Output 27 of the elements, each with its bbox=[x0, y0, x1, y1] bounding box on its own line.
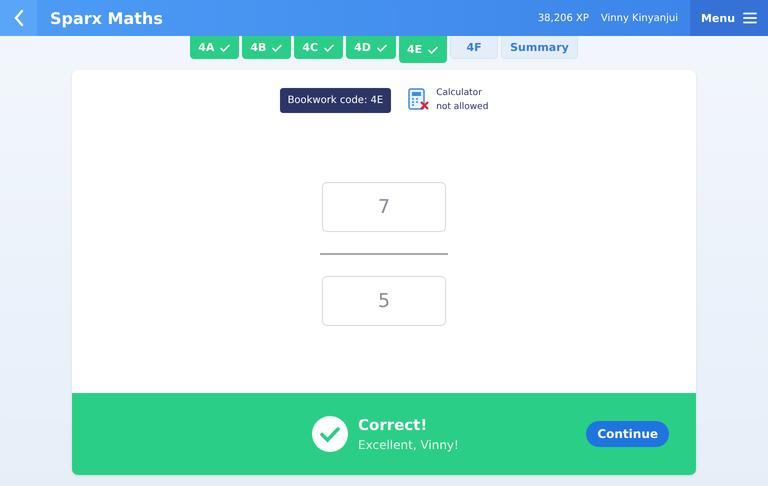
task-tab[interactable]: 4D bbox=[346, 36, 396, 59]
result-message: Excellent, Vinny! bbox=[358, 438, 460, 452]
check-icon bbox=[376, 42, 388, 54]
check-icon bbox=[219, 42, 232, 54]
calculator-note: Calculator not allowed bbox=[436, 87, 488, 114]
task-tab[interactable]: 4F bbox=[450, 36, 498, 59]
bookwork-code: Bookwork code: 4E bbox=[280, 88, 392, 112]
task-tab[interactable]: Summary bbox=[501, 36, 578, 59]
back-button[interactable] bbox=[0, 0, 37, 36]
xp-count: 38,206 XP bbox=[538, 12, 589, 24]
user-name: Vinny Kinyanjui bbox=[600, 12, 678, 24]
denominator-field[interactable]: 5 bbox=[322, 276, 446, 326]
task-tab[interactable]: 4A bbox=[190, 36, 240, 59]
check-icon bbox=[323, 42, 336, 54]
check-circle-icon bbox=[312, 416, 348, 452]
check-icon bbox=[271, 42, 284, 54]
numerator-field[interactable]: 7 bbox=[322, 182, 446, 232]
result-title: Correct! bbox=[358, 416, 428, 434]
check-icon bbox=[427, 44, 440, 56]
task-tab[interactable]: 4E bbox=[398, 36, 448, 63]
menu-icon bbox=[743, 12, 758, 24]
back-icon bbox=[12, 9, 24, 27]
continue-button[interactable]: Continue bbox=[586, 421, 669, 447]
task-tab[interactable]: 4C bbox=[294, 36, 344, 59]
menu-button[interactable]: Menu bbox=[690, 0, 768, 36]
app-title: Sparx Maths bbox=[50, 8, 164, 28]
task-tab[interactable]: 4B bbox=[242, 36, 292, 59]
